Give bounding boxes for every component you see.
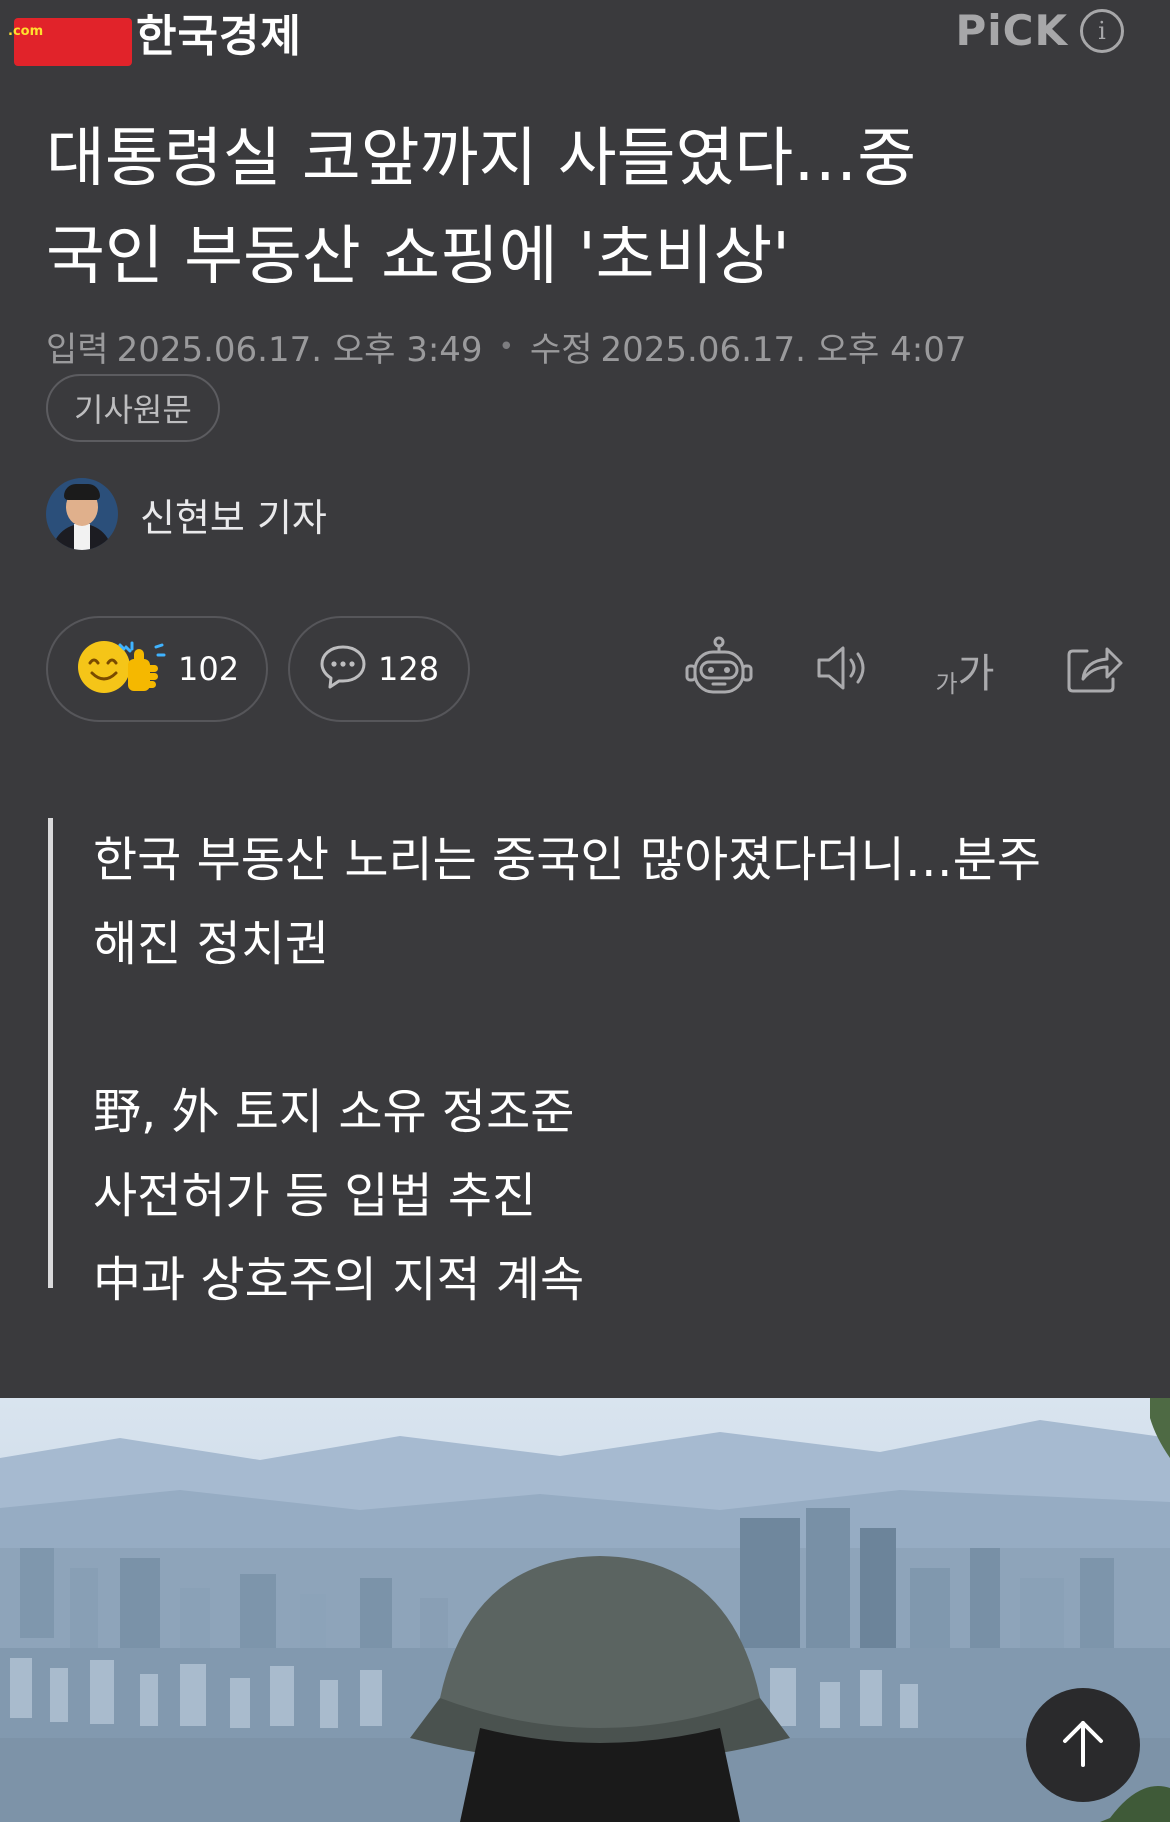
reporter-avatar[interactable] <box>46 478 118 550</box>
reporter[interactable]: 신현보 기자 <box>46 478 327 550</box>
emoji-like-icon <box>76 639 168 699</box>
modified-date: 2025.06.17. 오후 4:07 <box>600 330 967 370</box>
info-icon[interactable]: i <box>1080 8 1124 53</box>
logo-badge: .com <box>8 18 132 66</box>
article-photo[interactable] <box>0 1398 1170 1822</box>
speaker-icon <box>813 642 873 698</box>
like-count: 102 <box>178 650 240 688</box>
published-label: 입력 <box>46 330 109 370</box>
article-summary: 한국 부동산 노리는 중국인 많아졌다더니…분주 해진 정치권 野, 外 토지 … <box>48 818 1128 1308</box>
press-logo[interactable]: .com 한국경제 <box>8 6 301 66</box>
article-actions: 102 128 가 가 <box>46 616 1124 724</box>
pick-label: PiCK <box>955 6 1068 55</box>
share-button[interactable] <box>1060 638 1130 702</box>
font-size-button[interactable]: 가가 <box>930 638 1000 702</box>
read-aloud-button[interactable] <box>808 638 878 702</box>
modified-label: 수정 <box>529 330 593 370</box>
logo-text: 한국경제 <box>136 11 302 62</box>
summary-line: 한국 부동산 노리는 중국인 많아졌다더니…분주 <box>93 832 1042 888</box>
city-skyline-photo <box>0 1398 1170 1822</box>
pick-badge[interactable]: PiCK i <box>955 6 1124 55</box>
published-date: 2025.06.17. 오후 3:49 <box>116 330 483 370</box>
scroll-top-button[interactable] <box>1026 1688 1140 1802</box>
top-bar: .com 한국경제 PiCK i <box>0 0 1170 80</box>
article-title: 대통령실 코앞까지 사들였다…중 국인 부동산 쇼핑에 '초비상' <box>46 110 1126 306</box>
share-icon <box>1065 641 1125 699</box>
comment-count: 128 <box>378 650 440 688</box>
summary-line: 사전허가 등 입법 추진 <box>93 1168 537 1224</box>
original-article-button[interactable]: 기사원문 <box>46 374 220 442</box>
logo-badge-text: .com <box>8 24 44 39</box>
summary-line: 해진 정치권 <box>93 916 330 972</box>
reaction-button[interactable]: 102 <box>46 616 268 722</box>
ai-summary-button[interactable] <box>684 636 754 704</box>
separator-dot: • <box>498 331 514 362</box>
comment-bubble-icon <box>318 643 368 695</box>
summary-line: 中과 상호주의 지적 계속 <box>93 1252 585 1308</box>
reporter-name[interactable]: 신현보 기자 <box>140 487 327 542</box>
summary-line: 野, 外 토지 소유 정조준 <box>93 1084 575 1140</box>
article-dates: 입력 2025.06.17. 오후 3:49 • 수정 2025.06.17. … <box>46 322 967 371</box>
arrow-up-icon <box>1055 1715 1111 1775</box>
article-title-line-1: 대통령실 코앞까지 사들였다…중 <box>46 122 917 196</box>
robot-summary-icon <box>685 636 753 704</box>
article-title-line-2: 국인 부동산 쇼핑에 '초비상' <box>46 220 790 294</box>
comment-button[interactable]: 128 <box>288 616 470 722</box>
font-size-icon: 가가 <box>935 651 995 698</box>
